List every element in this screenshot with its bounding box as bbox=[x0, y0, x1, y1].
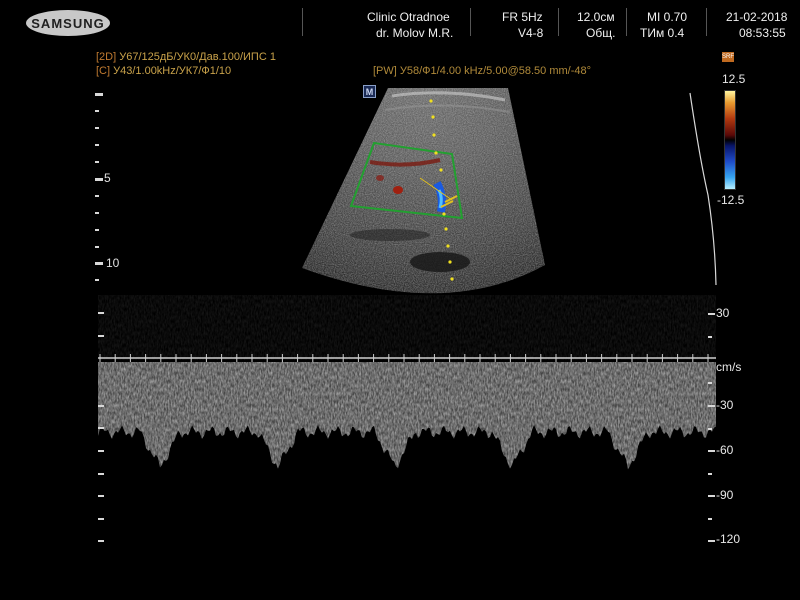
srf-badge: SRF bbox=[722, 52, 734, 62]
spectrum-upper-noise bbox=[98, 295, 716, 360]
velocity-label: -30 bbox=[716, 398, 734, 412]
doppler-spectrum bbox=[98, 362, 716, 470]
velocity-label: 30 bbox=[716, 306, 730, 320]
velocity-unit: cm/s bbox=[716, 360, 742, 374]
velocity-label: -90 bbox=[716, 488, 734, 502]
velocity-label: -120 bbox=[716, 532, 741, 546]
depth-scale bbox=[95, 93, 103, 281]
color-scale-top: 12.5 bbox=[722, 72, 746, 86]
velocity-label: -60 bbox=[716, 443, 734, 457]
tgc-curve bbox=[689, 92, 717, 286]
color-scale-bottom: -12.5 bbox=[717, 193, 745, 207]
flow-red bbox=[393, 186, 403, 194]
color-scale-bar bbox=[724, 90, 736, 190]
depth-label-10: 10 bbox=[106, 256, 120, 270]
orientation-marker: M bbox=[363, 85, 376, 98]
b-mode-sector bbox=[302, 88, 545, 294]
ultrasound-display bbox=[95, 88, 717, 542]
depth-label-5: 5 bbox=[104, 171, 111, 185]
